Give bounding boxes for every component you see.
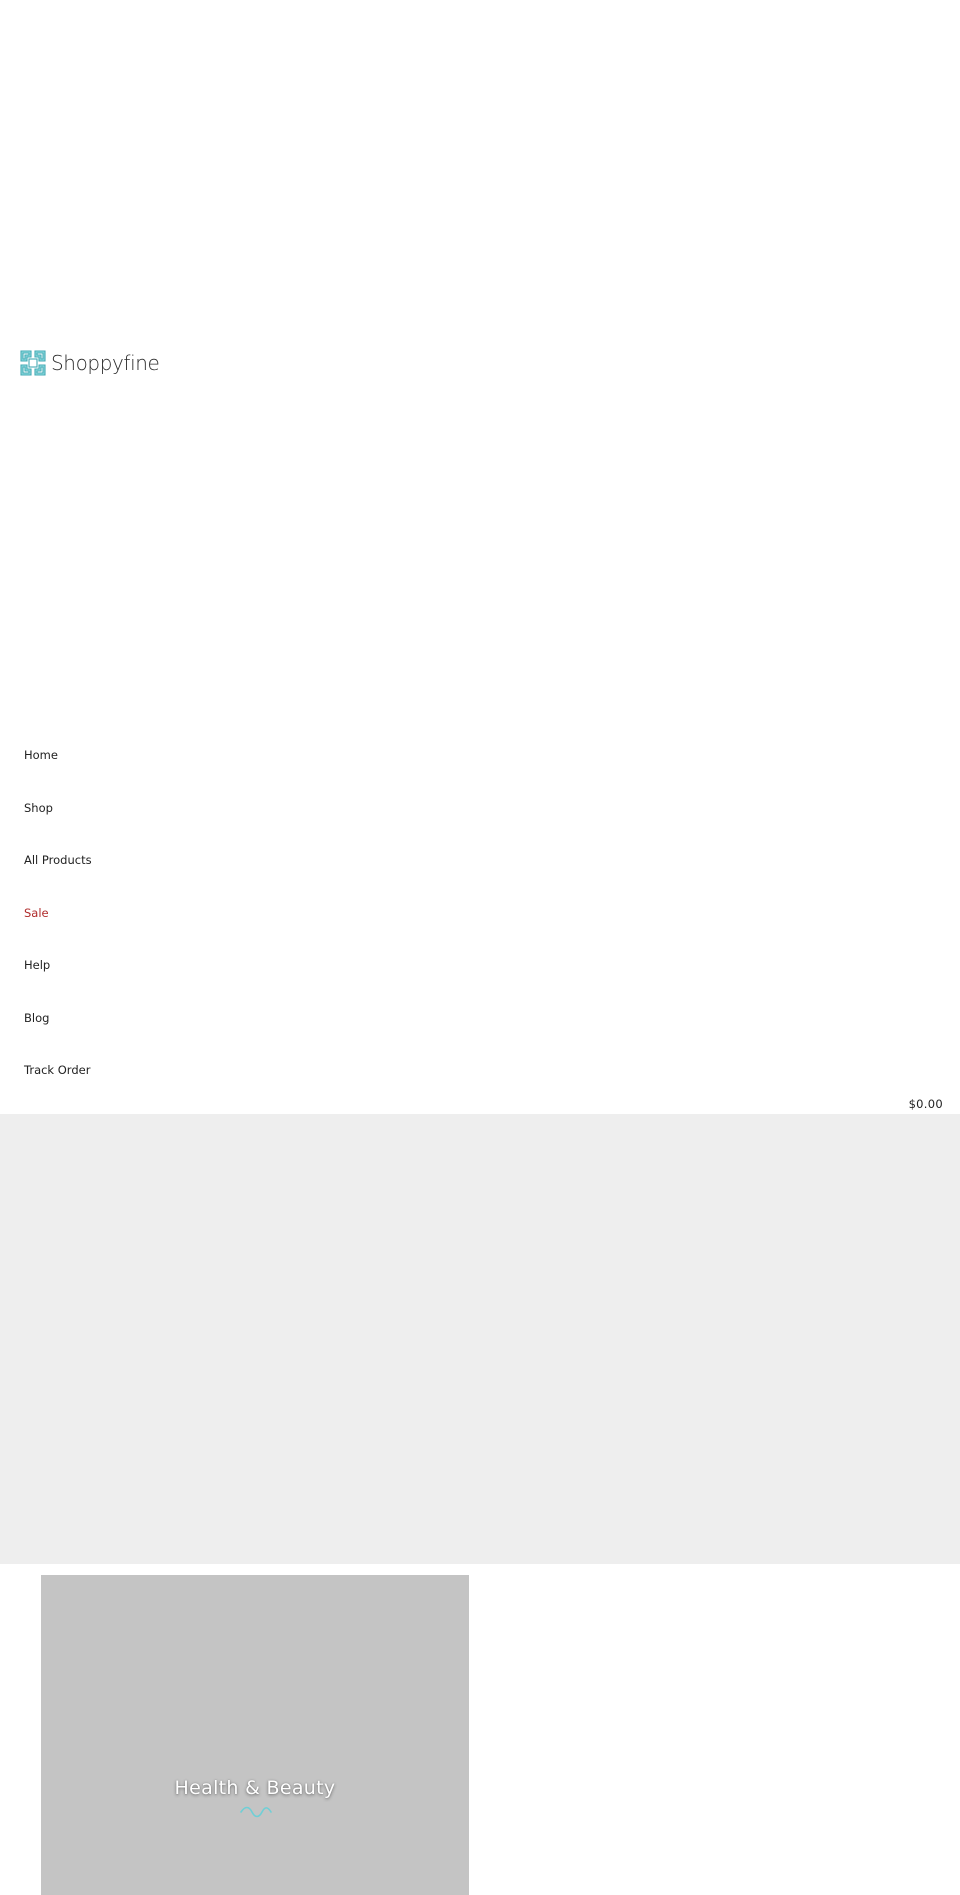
nav-item-all-products[interactable]: All Products [24,845,92,898]
nav-item-help[interactable]: Help [24,950,92,1003]
nav-item-shop[interactable]: Shop [24,793,92,846]
category-card-health-beauty[interactable]: Health & Beauty [41,1575,469,1895]
main-nav: Home Shop All Products Sale Help Blog Tr… [24,740,92,1108]
cart-total[interactable]: $0.00 [909,1097,943,1111]
site-header: Shoppyfine Home Shop All Products Sale H… [0,0,960,1114]
logo-link[interactable]: Shoppyfine [18,348,160,378]
logo-mark-icon [20,350,46,376]
logo-text: Shoppyfine [51,351,160,375]
nav-item-track-order[interactable]: Track Order [24,1055,92,1108]
hero-banner [0,1114,960,1564]
nav-item-blog[interactable]: Blog [24,1003,92,1056]
category-title: Health & Beauty [174,1777,336,1799]
squiggle-icon [240,1806,272,1818]
nav-item-home[interactable]: Home [24,740,92,793]
nav-item-sale[interactable]: Sale [24,898,92,951]
